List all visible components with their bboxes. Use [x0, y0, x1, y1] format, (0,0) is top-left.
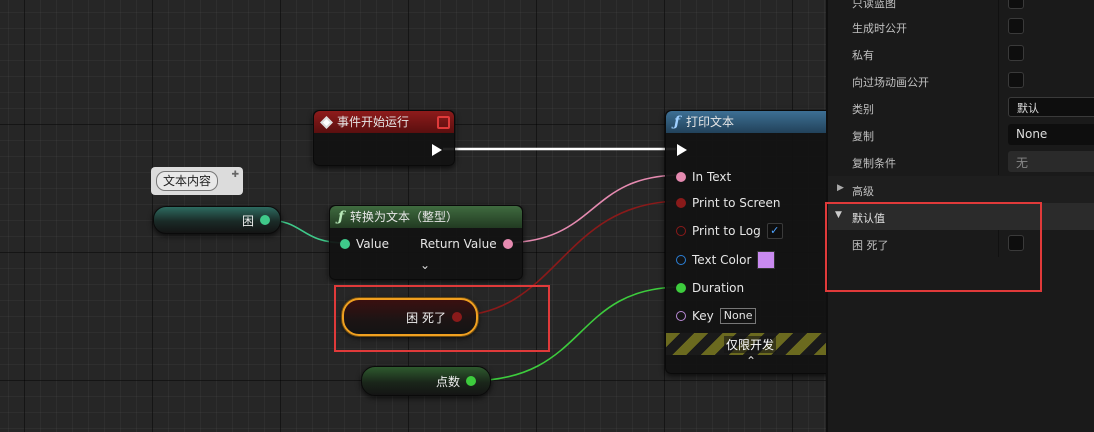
replication-condition-dropdown[interactable]: 无 [1008, 151, 1094, 172]
bool-variable-label: 困 死了 [406, 310, 446, 325]
event-begin-play-node[interactable]: 事件开始运行 [313, 110, 455, 166]
row-expose-on-spawn: 生成时公开 [828, 13, 1094, 40]
row-replication: 复制 None [828, 121, 1094, 148]
delegate-pin-icon[interactable] [437, 116, 450, 129]
int-variable-node[interactable]: 困 [153, 206, 281, 234]
highlight-box-default-value [825, 202, 1042, 292]
key-label: Key [692, 309, 714, 323]
row-private: 私有 [828, 40, 1094, 67]
exec-out-pin[interactable] [432, 144, 442, 156]
float-output-pin[interactable] [466, 376, 476, 386]
expose-cinematics-label: 向过场动画公开 [852, 76, 929, 89]
replication-condition-value: 无 [1016, 156, 1029, 170]
bool-variable-node[interactable]: 困 死了 [342, 298, 478, 336]
exec-in-pin[interactable] [677, 144, 687, 156]
readonly-checkbox[interactable] [1008, 0, 1024, 9]
text-color-pin[interactable]: Text Color [676, 251, 776, 269]
convert-int-to-text-node[interactable]: ƒ 转换为文本（整型） Value Return Value ⌄ [329, 205, 523, 280]
category-value: 默认 [1017, 102, 1039, 115]
expose-cinematics-checkbox[interactable] [1008, 72, 1024, 88]
int-output-pin[interactable] [260, 215, 270, 225]
row-replication-condition: 复制条件 无 [828, 148, 1094, 175]
replication-value: None [1016, 127, 1048, 141]
print-to-log-checkbox[interactable]: ✓ [766, 223, 783, 239]
private-checkbox[interactable] [1008, 45, 1024, 61]
row-expose-cinematics: 向过场动画公开 [828, 67, 1094, 94]
in-text-pin-dot[interactable] [676, 172, 686, 182]
development-only-label: 仅限开发 [724, 336, 777, 353]
duration-pin[interactable]: Duration [676, 280, 744, 296]
key-pin-dot[interactable] [676, 311, 686, 321]
replication-dropdown[interactable]: None [1008, 124, 1094, 145]
development-only-banner: 仅限开发 [666, 333, 826, 355]
category-combo[interactable]: 默认 [1008, 97, 1094, 117]
section-advanced[interactable]: ▶ 高级 [828, 176, 1094, 203]
text-color-pin-dot[interactable] [676, 255, 686, 265]
expand-arrow-icon: ▶ [837, 183, 844, 193]
float-variable-label: 点数 [435, 374, 460, 389]
print-string-node[interactable]: ƒ 打印文本 In Text Print to Screen Print to … [665, 110, 826, 374]
variable-tooltip: 文本内容 ✚ [151, 167, 243, 195]
duration-pin-dot[interactable] [676, 283, 686, 293]
private-label: 私有 [852, 49, 874, 62]
in-text-pin[interactable]: In Text [676, 169, 731, 185]
function-icon: ƒ [338, 209, 345, 225]
key-value-field[interactable]: None [719, 308, 757, 324]
expose-on-spawn-label: 生成时公开 [852, 22, 907, 35]
blueprint-graph[interactable]: 事件开始运行 文本内容 ✚ 困 ƒ 转换为文本（整型） Value Return… [0, 0, 826, 432]
in-text-label: In Text [692, 170, 732, 184]
category-label: 类别 [852, 103, 874, 116]
details-panel: 只读蓝图 生成时公开 私有 向过场动画公开 类别 默认 复制 None 复制条件… [825, 0, 1094, 432]
print-to-screen-pin-dot[interactable] [676, 198, 686, 208]
float-variable-node[interactable]: 点数 [361, 366, 491, 396]
bool-output-pin[interactable] [452, 312, 462, 322]
print-to-log-pin[interactable]: Print to Log ✓ [676, 223, 783, 239]
collapse-chevron-icon[interactable]: ⌃ [746, 354, 756, 368]
value-pin-label: Value [356, 237, 389, 251]
text-wire [501, 174, 683, 244]
text-color-swatch[interactable] [757, 251, 776, 269]
value-pin-dot[interactable] [340, 239, 350, 249]
key-pin[interactable]: Key None [676, 308, 757, 324]
exec-out-pin[interactable] [816, 144, 826, 156]
readonly-label: 只读蓝图 [852, 0, 896, 10]
convert-node-header: ƒ 转换为文本（整型） [330, 206, 522, 228]
replication-condition-label: 复制条件 [852, 157, 896, 170]
duration-label: Duration [692, 281, 745, 295]
int-variable-label: 困 [241, 213, 254, 228]
function-icon: ƒ [674, 114, 681, 130]
print-to-screen-pin[interactable]: Print to Screen [676, 195, 781, 211]
tooltip-label: 文本内容 [156, 171, 219, 191]
print-to-log-label: Print to Log [692, 224, 761, 238]
print-node-header: ƒ 打印文本 [666, 111, 826, 133]
row-category: 类别 默认 [828, 94, 1094, 121]
print-to-log-pin-dot[interactable] [676, 226, 686, 236]
text-color-label: Text Color [692, 253, 752, 267]
pin-icon: ✚ [231, 170, 239, 180]
return-value-output-pin[interactable]: Return Value [420, 236, 513, 252]
return-value-pin-dot[interactable] [502, 239, 513, 249]
expand-chevron-icon[interactable]: ⌄ [420, 258, 430, 272]
advanced-label: 高级 [852, 185, 874, 198]
print-to-screen-label: Print to Screen [692, 196, 781, 210]
event-node-header: 事件开始运行 [314, 111, 454, 133]
print-node-title: 打印文本 [686, 115, 735, 129]
return-value-label: Return Value [420, 237, 497, 251]
event-node-title: 事件开始运行 [337, 115, 410, 129]
expose-on-spawn-checkbox[interactable] [1008, 18, 1024, 34]
replication-label: 复制 [852, 130, 874, 143]
convert-node-title: 转换为文本（整型） [350, 210, 459, 224]
value-input-pin[interactable]: Value [340, 236, 389, 252]
event-diamond-icon [320, 115, 333, 129]
